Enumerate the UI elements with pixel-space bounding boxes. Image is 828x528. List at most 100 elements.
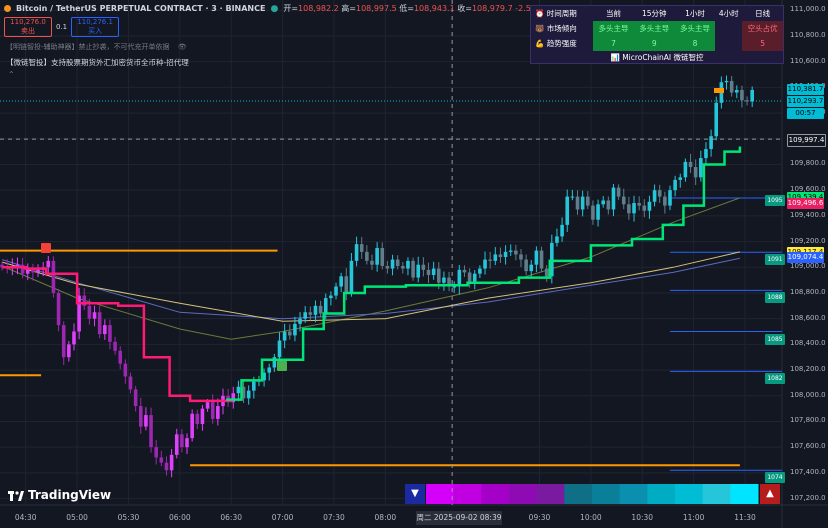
- candle: [293, 323, 297, 336]
- candle: [555, 236, 559, 243]
- gradient-segment: [647, 484, 676, 504]
- y-tick-label: 108,200.0: [790, 365, 826, 374]
- candle: [118, 350, 123, 364]
- candle: [210, 402, 215, 419]
- sell-button[interactable]: 110,276.0 卖出: [4, 17, 52, 37]
- candle: [452, 286, 456, 288]
- table-header: 日线: [755, 9, 771, 18]
- x-tick-label: 06:00: [169, 513, 191, 522]
- x-tick-label: 10:30: [631, 513, 654, 522]
- candle: [87, 305, 92, 319]
- level-tag: 1082: [765, 373, 785, 385]
- candle: [637, 203, 641, 206]
- candle: [596, 204, 600, 220]
- y-tick-label: 107,400.0: [790, 467, 826, 476]
- table-cell: 空头占优: [742, 21, 783, 36]
- candle: [216, 406, 220, 419]
- candle: [339, 276, 343, 287]
- table-cell: 8: [674, 36, 716, 51]
- buy-signal-marker: [277, 361, 287, 371]
- candle: [678, 177, 683, 180]
- candle: [303, 312, 307, 319]
- x-tick-label: 10:00: [580, 513, 602, 522]
- candle: [724, 80, 729, 83]
- level-tag: 1088: [765, 292, 785, 304]
- candle: [750, 89, 754, 102]
- level-tag: 1091: [765, 253, 785, 265]
- candle: [354, 244, 359, 261]
- candle: [493, 254, 498, 261]
- tradingview-logo[interactable]: TradingView: [8, 488, 111, 502]
- gradient-segment: [481, 484, 510, 504]
- candle: [287, 331, 292, 336]
- candle: [267, 367, 272, 373]
- candle: [514, 250, 518, 255]
- candle: [308, 312, 313, 315]
- candle: [524, 259, 528, 272]
- price-axis-label[interactable]: 110,381.7: [787, 84, 824, 96]
- table-cell: 7: [593, 36, 634, 51]
- y-tick-label: 107,600.0: [790, 442, 826, 451]
- candle: [395, 259, 400, 266]
- candle: [606, 200, 611, 210]
- gradient-segment: [675, 484, 704, 504]
- ohlc-values: 开=108,982.2 高=108,997.5 低=108,943.1 收=10…: [283, 3, 568, 14]
- level-tag: 1095: [765, 194, 785, 206]
- candle: [709, 136, 713, 150]
- symbol-title[interactable]: Bitcoin / TetherUS PERPETUAL CONTRACT · …: [16, 4, 265, 13]
- table-header: 当前: [605, 9, 621, 18]
- candle: [585, 196, 590, 206]
- trend-dashboard: ⏰ 时间周期 当前 15分钟 1小时 4小时 日线 🐻 市场倾向 多头主导 多头…: [530, 5, 784, 64]
- price-axis-label[interactable]: 110,293.7: [787, 95, 824, 107]
- candle: [344, 276, 349, 293]
- eye-icon[interactable]: 👁: [178, 43, 187, 51]
- tradingview-logo-icon: [8, 490, 24, 501]
- candle: [46, 260, 51, 268]
- candle: [128, 376, 133, 390]
- row-label-market: 🐻 市场倾向: [535, 24, 577, 33]
- candle: [498, 254, 503, 257]
- bull-signal-icon: ▲: [760, 484, 780, 504]
- indicator-legend-1[interactable]: 【明链智投-辅助神器】禁止抄袭，不可代充开单依据 👁: [6, 42, 187, 52]
- candle: [164, 462, 169, 471]
- gradient-segment: [730, 484, 759, 504]
- candle: [246, 390, 251, 399]
- price-axis-label[interactable]: 109,997.4: [787, 133, 826, 147]
- candle: [632, 203, 636, 214]
- candle: [108, 325, 112, 342]
- candlestick-chart[interactable]: [0, 0, 828, 528]
- candle: [699, 158, 703, 178]
- price-axis-label[interactable]: 109,496.6: [787, 197, 824, 209]
- table-cell: [715, 21, 743, 36]
- candle: [580, 196, 585, 210]
- price-axis-label[interactable]: 00:57: [787, 107, 824, 119]
- candle: [647, 201, 652, 211]
- candle: [539, 250, 544, 269]
- spread-value: 0.1: [56, 23, 68, 31]
- table-cell: 5: [742, 36, 783, 51]
- x-tick-label: 09:30: [528, 513, 551, 522]
- price-marker: [714, 88, 724, 93]
- y-tick-label: 109,200.0: [790, 236, 826, 245]
- candle: [390, 259, 395, 269]
- candle: [97, 312, 102, 335]
- candle: [25, 269, 30, 274]
- buy-button[interactable]: 110,276.1 买入: [71, 17, 120, 37]
- gradient-segment: [453, 484, 482, 504]
- candle: [416, 264, 421, 278]
- price-axis-label[interactable]: 109,074.4: [787, 252, 824, 264]
- candle: [195, 413, 200, 425]
- x-tick-label: 11:30: [734, 513, 756, 522]
- table-cell: 多头主导: [633, 21, 675, 36]
- bitcoin-logo-icon: [4, 5, 11, 12]
- candle: [154, 447, 158, 458]
- indicator-legend-2[interactable]: 【微链智投】支持股票期货外汇加密货币全币种-招代理: [6, 57, 189, 68]
- x-tick-label: 05:30: [117, 513, 140, 522]
- candle: [508, 250, 513, 252]
- candle: [436, 268, 441, 283]
- candle: [478, 268, 482, 274]
- collapse-chevron-icon[interactable]: ⌃: [8, 70, 18, 79]
- y-tick-label: 109,400.0: [790, 210, 826, 219]
- y-tick-label: 107,800.0: [790, 416, 826, 425]
- x-tick-label: 05:00: [66, 513, 88, 522]
